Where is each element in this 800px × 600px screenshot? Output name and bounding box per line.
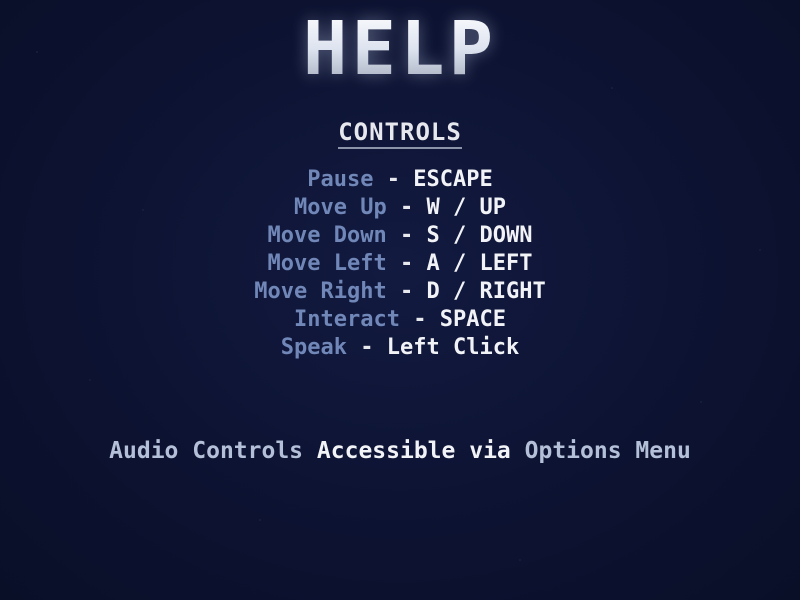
control-keys: S / DOWN bbox=[426, 223, 533, 248]
control-keys: D / RIGHT bbox=[426, 279, 546, 304]
control-row-pause: Pause - ESCAPE bbox=[0, 166, 800, 194]
control-row-speak: Speak - Left Click bbox=[0, 334, 800, 362]
control-row-move-right: Move Right - D / RIGHT bbox=[0, 278, 800, 306]
control-separator: - bbox=[399, 279, 414, 304]
controls-heading-label: CONTROLS bbox=[338, 118, 462, 149]
controls-list: Pause - ESCAPE Move Up - W / UP Move Dow… bbox=[0, 166, 800, 362]
footer-options-menu: Options Menu bbox=[524, 438, 691, 464]
control-row-move-down: Move Down - S / DOWN bbox=[0, 222, 800, 250]
control-row-interact: Interact - SPACE bbox=[0, 306, 800, 334]
control-keys: A / LEFT bbox=[426, 251, 533, 276]
control-action: Move Right bbox=[254, 279, 387, 304]
control-separator: - bbox=[386, 167, 400, 192]
controls-heading: CONTROLS bbox=[0, 118, 800, 149]
control-separator: - bbox=[400, 223, 414, 248]
control-separator: - bbox=[413, 307, 427, 332]
control-action: Move Up bbox=[294, 195, 387, 220]
control-action: Speak bbox=[280, 335, 348, 360]
footer-audio-controls: Audio Controls bbox=[109, 438, 304, 464]
control-keys: ESCAPE bbox=[413, 167, 493, 192]
control-action: Move Down bbox=[267, 223, 387, 248]
control-keys: SPACE bbox=[439, 307, 506, 332]
control-separator: - bbox=[400, 251, 414, 276]
audio-options-note: Audio Controls Accessible via Options Me… bbox=[0, 438, 800, 464]
control-action: Interact bbox=[294, 307, 400, 332]
control-row-move-up: Move Up - W / UP bbox=[0, 194, 800, 222]
control-separator: - bbox=[399, 195, 414, 220]
control-row-move-left: Move Left - A / LEFT bbox=[0, 250, 800, 278]
page-title: HELP bbox=[0, 6, 800, 92]
control-separator: - bbox=[360, 335, 374, 360]
control-action: Pause bbox=[307, 167, 374, 192]
footer-accessible-via: Accessible via bbox=[316, 438, 511, 464]
control-action: Move Left bbox=[267, 251, 387, 276]
control-keys: Left Click bbox=[386, 335, 520, 360]
control-keys: W / UP bbox=[426, 195, 506, 220]
